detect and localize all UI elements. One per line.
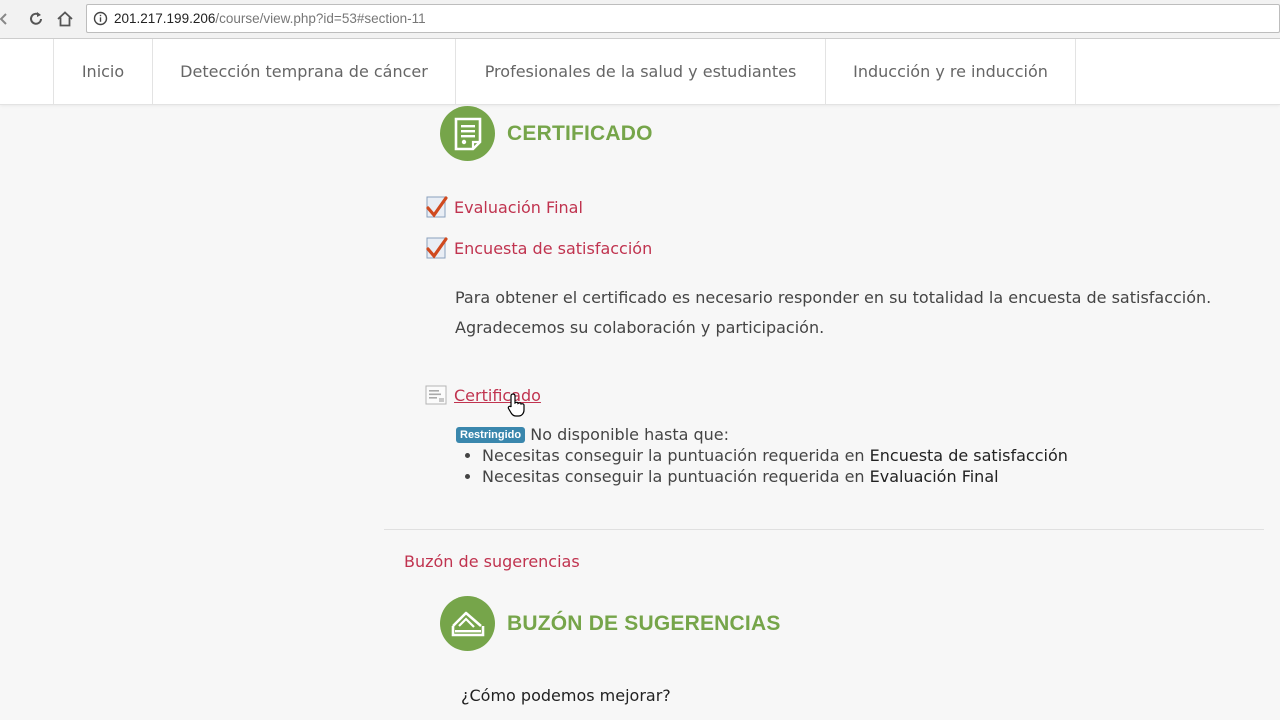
course-top-navigation: Inicio Detección temprana de cáncer Prof… [0,39,1280,105]
tab-deteccion-temprana[interactable]: Detección temprana de cáncer [152,39,455,104]
certificado-heading: CERTIFICADO [440,106,653,161]
buzon-heading: BUZÓN DE SUGERENCIAS [440,596,781,651]
suggestion-box-icon [440,596,495,651]
buzon-title: BUZÓN DE SUGERENCIAS [507,611,781,635]
restriction-conditions: Necesitas conseguir la puntuación requer… [456,445,1236,487]
condition-text: Necesitas conseguir la puntuación requer… [482,467,870,486]
suggestion-question: ¿Cómo podemos mejorar? [461,686,671,705]
description-line-1: Para obtener el certificado es necesario… [455,288,1212,307]
access-restriction: Restringido No disponible hasta que: Nec… [456,425,1236,487]
address-bar[interactable]: 201.217.199.206/course/view.php?id=53#se… [86,4,1280,33]
certificado-description: Para obtener el certificado es necesario… [455,283,1255,342]
url-host: 201.217.199.206 [114,11,216,26]
restriction-condition: Necesitas conseguir la puntuación requer… [482,445,1236,466]
certificado-title: CERTIFICADO [507,121,653,145]
quiz-check-icon [426,196,448,218]
activity-evaluacion-final[interactable]: Evaluación Final [424,195,583,219]
activity-label[interactable]: Evaluación Final [454,198,583,217]
reload-icon[interactable] [24,7,48,31]
condition-text: Necesitas conseguir la puntuación requer… [482,446,870,465]
activity-label[interactable]: Encuesta de satisfacción [454,239,652,258]
condition-target: Evaluación Final [869,467,999,486]
url-path: /course/view.php?id=53#section-11 [215,11,426,26]
condition-target: Encuesta de satisfacción [869,446,1068,465]
restricted-badge: Restringido [456,427,526,443]
restriction-condition: Necesitas conseguir la puntuación requer… [482,466,1236,487]
back-arrow-icon[interactable] [0,7,16,31]
tab-induccion[interactable]: Inducción y re inducción [825,39,1076,104]
section-divider [384,529,1264,530]
tab-inicio[interactable]: Inicio [53,39,152,104]
certificate-document-icon [440,106,495,161]
section-name-buzon[interactable]: Buzón de sugerencias [404,552,580,571]
home-icon[interactable] [53,7,77,31]
restriction-intro: No disponible hasta que: [530,425,730,444]
certificate-icon [425,385,447,405]
activity-encuesta-satisfaccion[interactable]: Encuesta de satisfacción [424,236,652,260]
tab-profesionales[interactable]: Profesionales de la salud y estudiantes [455,39,825,104]
activity-certificado[interactable]: Certificado [424,383,541,407]
survey-check-icon [426,237,448,259]
site-info-icon[interactable] [93,11,108,26]
description-line-2: Agradecemos su colaboración y participac… [455,317,825,337]
browser-toolbar: 201.217.199.206/course/view.php?id=53#se… [0,0,1280,39]
activity-label[interactable]: Certificado [454,386,541,405]
